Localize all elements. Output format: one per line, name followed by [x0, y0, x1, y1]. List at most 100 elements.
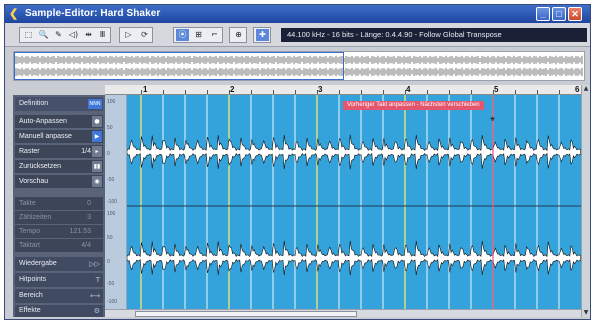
signature-label: Taktart [19, 242, 41, 249]
snap-icon[interactable]: ⦿ [176, 29, 189, 41]
ruler-tick [493, 90, 494, 94]
waveform-editor[interactable]: 100 50 0 -50 -100 100 50 0 -50 -100 ⌖ [105, 95, 581, 317]
hitpoint-icon[interactable]: ⌐ [208, 29, 221, 41]
manual-adjust-button[interactable]: ▶ [92, 131, 102, 142]
range-icon: ⟷ [89, 292, 100, 300]
waveform-grid[interactable]: ⌖ [126, 95, 581, 309]
definition-toggle-button[interactable]: NNN [88, 99, 102, 109]
signature-row[interactable]: Taktart 4/4 [15, 239, 103, 252]
tempo-row[interactable]: Tempo 121.53 [15, 225, 103, 238]
zoom-icon[interactable]: 🔍 [37, 29, 50, 41]
scroll-up-icon[interactable]: ▲ [582, 85, 590, 93]
signature-value[interactable]: 4/4 [81, 239, 91, 252]
ruler-tick [383, 90, 384, 94]
beats-row[interactable]: Zählzeiten 3 [15, 211, 103, 224]
horizontal-scroll-thumb[interactable] [135, 311, 357, 317]
ruler-label: 6 [575, 85, 580, 94]
grid-value[interactable]: 1/4 [81, 145, 91, 158]
scale-label: 100 [107, 211, 116, 217]
ruler-tick [405, 90, 406, 94]
speaker-icon[interactable]: ◁) [67, 29, 80, 41]
scale-label: 100 [107, 99, 116, 105]
autoscroll-icon[interactable]: ⊞ [192, 29, 205, 41]
waveform-path [126, 240, 581, 276]
draw-icon[interactable]: ✎ [52, 29, 65, 41]
ruler-tick [251, 90, 252, 94]
window-title: Sample-Editor: Hard Shaker [25, 8, 161, 19]
hitpoint-marker-icon: T [95, 276, 100, 284]
effects-gear-icon: ⚙ [93, 307, 100, 315]
crosshair-group: ✚ [253, 27, 271, 43]
musical-mode-icon[interactable]: ⊕ [232, 29, 245, 41]
ruler-tick [317, 90, 318, 94]
definition-header[interactable]: Definition NNN [15, 97, 103, 111]
beats-label: Zählzeiten [19, 214, 52, 221]
tempo-value[interactable]: 121.53 [70, 225, 91, 238]
ruler-label: 1 [143, 85, 148, 94]
scale-label: 0 [107, 151, 110, 157]
hitpoints-section[interactable]: Hitpoints T [15, 273, 103, 287]
scale-label: 50 [107, 125, 113, 131]
ruler-tick [515, 90, 516, 94]
play-group: ▷ ⟳ [119, 27, 153, 43]
preview-label: Vorschau [19, 178, 49, 185]
preview-row[interactable]: Vorschau ◉ [15, 175, 103, 188]
ruler-label: 3 [318, 85, 323, 94]
range-label: Bereich [19, 292, 43, 299]
range-section[interactable]: Bereich ⟷ [15, 289, 103, 303]
auto-adjust-row[interactable]: Auto-Anpassen ● [15, 115, 103, 128]
grid-row[interactable]: Raster 1/4 ▸ [15, 145, 103, 158]
reset-button[interactable]: ▮▮ [92, 161, 102, 172]
ruler-tick [207, 90, 208, 94]
close-button[interactable]: ✕ [568, 7, 582, 21]
effects-label: Effekte [19, 307, 41, 314]
manual-adjust-row[interactable]: Manuell anpasse ▶ [15, 130, 103, 143]
musical-mode-group: ⊕ [229, 27, 247, 43]
grid-label: Raster [19, 148, 40, 155]
definition-label: Definition [19, 100, 49, 107]
horizontal-scrollbar[interactable] [105, 309, 581, 317]
grid-icon[interactable]: Ⅲ [96, 29, 109, 41]
preview-button[interactable]: ◉ [92, 176, 102, 187]
ruler-tick [449, 90, 450, 94]
ruler-tick [471, 90, 472, 94]
minimize-button[interactable]: _ [536, 7, 550, 21]
range-select-icon[interactable]: ⬚ [22, 29, 35, 41]
vertical-scrollbar[interactable]: ▲ ▼ [581, 85, 590, 317]
title-bar[interactable]: ❮ Sample-Editor: Hard Shaker _ □ ✕ [5, 5, 590, 23]
fast-forward-icon: ▷▷ [89, 260, 100, 268]
ruler-tick [229, 90, 230, 94]
auto-adjust-button[interactable]: ● [92, 116, 102, 127]
ruler-tick [427, 90, 428, 94]
ruler-tick [295, 90, 296, 94]
ruler-tick [361, 90, 362, 94]
reset-row[interactable]: Zurücksetzen ▮▮ [15, 160, 103, 173]
manual-adjust-label: Manuell anpasse [19, 133, 72, 140]
ruler-label: 5 [494, 85, 499, 94]
overview-viewport[interactable] [14, 52, 344, 80]
grid-dropdown-button[interactable]: ▸ [92, 146, 102, 157]
warp-tooltip: Vorheriger Takt anpassen - Nächsten vers… [343, 101, 484, 110]
mode-group: ⦿ ⊞ ⌐ [173, 27, 223, 43]
beats-value[interactable]: 3 [87, 211, 91, 224]
scale-label: -50 [107, 177, 115, 183]
playback-section[interactable]: Wiedergabe ▷▷ [15, 257, 103, 271]
overview-strip[interactable] [13, 51, 585, 81]
bars-value[interactable]: 0 [87, 197, 91, 210]
hitpoints-label: Hitpoints [19, 276, 47, 283]
waveform-path [126, 134, 581, 170]
play-icon[interactable]: ▷ [122, 29, 135, 41]
loop-icon[interactable]: ⟳ [138, 29, 151, 41]
effects-section[interactable]: Effekte ⚙ [15, 305, 103, 317]
scale-label: -50 [107, 281, 115, 287]
scroll-down-icon[interactable]: ▼ [582, 309, 590, 317]
timeline-ruler[interactable]: 1 2 3 4 5 6 [105, 85, 581, 95]
crosshair-icon[interactable]: ✚ [256, 29, 269, 41]
scale-label: 0 [107, 259, 110, 265]
maximize-button[interactable]: □ [552, 7, 566, 21]
inspector-panel: Definition NNN Auto-Anpassen ● Manuell a… [13, 95, 105, 317]
time-warp-icon[interactable]: ⇹ [82, 29, 95, 41]
bars-row[interactable]: Takte 0 [15, 197, 103, 210]
ruler-label: 4 [406, 85, 411, 94]
tool-group: ⬚ 🔍 ✎ ◁) ⇹ Ⅲ [19, 27, 111, 43]
